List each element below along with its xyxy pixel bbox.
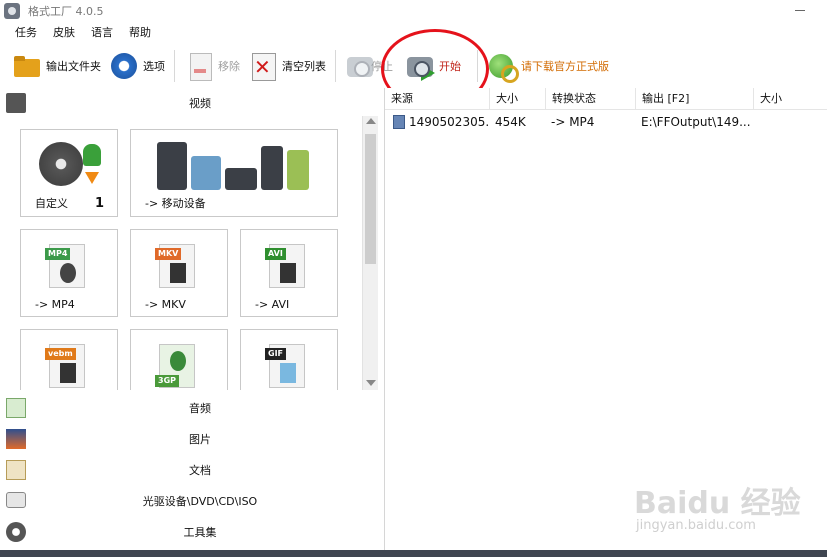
category-panel: 视频 自定义 1 -> 移动设备 MP4 -> MP4 MKV -> MKV A… [0, 90, 380, 557]
options-label: 选项 [143, 60, 165, 73]
scroll-thumb[interactable] [365, 134, 376, 264]
tile-mp4[interactable]: MP4 -> MP4 [20, 229, 118, 317]
webm-file-icon: vebm [45, 344, 85, 388]
menu-skin[interactable]: 皮肤 [46, 24, 82, 40]
app-icon [4, 3, 20, 19]
minimize-button[interactable] [793, 4, 807, 16]
avi-file-icon: AVI [265, 244, 305, 288]
clear-list-button[interactable]: 清空列表 [244, 46, 330, 86]
remove-button[interactable]: 移除 [180, 46, 244, 86]
baidu-watermark: Baidu 经验 jingyan.baidu.com [634, 478, 824, 546]
download-arrow-icon [85, 172, 99, 184]
category-tools-label: 工具集 [183, 526, 217, 539]
menu-help[interactable]: 帮助 [122, 24, 158, 40]
remove-icon [184, 51, 214, 81]
task-source: 1490502305... [409, 115, 489, 129]
folder-icon [12, 51, 42, 81]
tile-avi[interactable]: AVI -> AVI [240, 229, 338, 317]
task-output: E:\FFOutput\149... [641, 115, 751, 129]
category-image-label: 图片 [189, 433, 211, 446]
scroll-up-icon[interactable] [366, 118, 376, 124]
taskbar-strip [0, 550, 827, 557]
category-tools-header[interactable]: 工具集 [0, 519, 380, 545]
file-type-tag: MP4 [45, 248, 71, 260]
file-type-tag: GIF [265, 348, 287, 360]
category-document-header[interactable]: 文档 [0, 457, 380, 483]
mobile-devices-icon [157, 140, 309, 190]
music-note-icon [6, 398, 26, 418]
category-disc-label: 光驱设备\DVD\CD\ISO [142, 495, 258, 508]
tile-label: -> 移动设备 [145, 197, 206, 210]
file-type-tag: AVI [265, 248, 286, 260]
picture-icon [6, 429, 26, 449]
tile-3gp[interactable]: 3GP [130, 329, 228, 390]
toolbar-divider [335, 50, 336, 82]
scroll-down-icon[interactable] [366, 380, 376, 386]
file-type-tag: MKV [155, 248, 182, 260]
tile-webm[interactable]: vebm [20, 329, 118, 390]
gif-file-icon: GIF [265, 344, 305, 388]
toolbar-divider [174, 50, 175, 82]
category-document-label: 文档 [189, 464, 211, 477]
menu-task[interactable]: 任务 [8, 24, 44, 40]
clear-list-icon [248, 51, 278, 81]
download-official-link[interactable]: 请下载官方正式版 [483, 46, 613, 86]
task-status: -> MP4 [551, 115, 595, 129]
category-disc-header[interactable]: 光驱设备\DVD\CD\ISO [0, 488, 380, 514]
download-official-label: 请下载官方正式版 [521, 60, 609, 73]
remove-label: 移除 [218, 60, 240, 73]
video-format-grid: 自定义 1 -> 移动设备 MP4 -> MP4 MKV -> MKV AVI … [0, 116, 362, 390]
category-image-header[interactable]: 图片 [0, 426, 380, 452]
output-folder-button[interactable]: 输出文件夹 [8, 46, 105, 86]
category-audio-header[interactable]: 音频 [0, 395, 380, 421]
title-bar: 格式工厂 4.0.5 [0, 0, 827, 22]
column-status[interactable]: 转换状态 [545, 88, 635, 110]
mkv-file-icon: MKV [155, 244, 195, 288]
tile-gif[interactable]: GIF [240, 329, 338, 390]
watermark-brand: Baidu 经验 [634, 486, 801, 521]
tile-mobile-device[interactable]: -> 移动设备 [130, 129, 338, 217]
file-type-tag: vebm [45, 348, 76, 360]
category-audio-label: 音频 [189, 402, 211, 415]
tile-label: 自定义 [35, 197, 68, 210]
task-list-header: 来源 大小 转换状态 输出 [F2] 大小 [385, 88, 827, 110]
clear-list-label: 清空列表 [282, 60, 326, 73]
tile-mkv[interactable]: MKV -> MKV [130, 229, 228, 317]
column-output[interactable]: 输出 [F2] [635, 88, 753, 110]
video-icon [6, 93, 26, 113]
file-type-tag: 3GP [155, 375, 179, 387]
document-icon [6, 460, 26, 480]
tile-label: -> MP4 [35, 298, 75, 311]
watermark-url: jingyan.baidu.com [636, 518, 756, 533]
video-file-icon [393, 115, 405, 129]
tile-badge: 1 [95, 196, 105, 211]
column-size[interactable]: 大小 [489, 88, 545, 110]
column-output-size[interactable]: 大小 [753, 88, 827, 110]
stop-icon [345, 51, 375, 81]
category-video-header[interactable]: 视频 [0, 90, 380, 116]
category-scrollbar[interactable] [362, 116, 378, 390]
tools-gear-icon [6, 522, 26, 542]
output-folder-label: 输出文件夹 [46, 60, 101, 73]
task-row[interactable]: 1490502305... 454K -> MP4 E:\FFOutput\14… [385, 112, 827, 132]
users-icon [83, 144, 101, 166]
film-reel-icon [39, 142, 83, 186]
window-title: 格式工厂 4.0.5 [28, 5, 104, 18]
category-video-label: 视频 [189, 97, 211, 110]
tile-label: -> MKV [145, 298, 186, 311]
task-size: 454K [495, 115, 526, 129]
3gp-file-icon: 3GP [155, 344, 195, 388]
tile-custom[interactable]: 自定义 1 [20, 129, 118, 217]
menu-language[interactable]: 语言 [84, 24, 120, 40]
column-source[interactable]: 来源 [385, 88, 489, 110]
options-icon [109, 51, 139, 81]
globe-icon [487, 51, 519, 83]
tile-label: -> AVI [255, 298, 290, 311]
disc-drive-icon [6, 492, 26, 508]
options-button[interactable]: 选项 [105, 46, 169, 86]
mp4-file-icon: MP4 [45, 244, 85, 288]
menu-bar: 任务 皮肤 语言 帮助 [0, 22, 158, 42]
